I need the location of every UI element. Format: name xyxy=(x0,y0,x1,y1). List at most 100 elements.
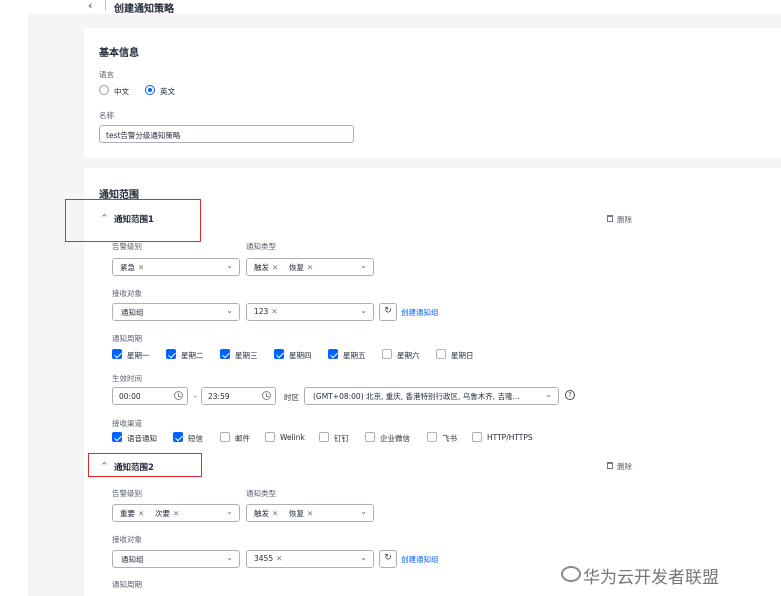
period-label: 通知周期 xyxy=(112,580,142,589)
weekday-label: 星期六 xyxy=(397,351,420,360)
alarm-level-select[interactable]: 紧急 ✕ ⌄ xyxy=(112,258,240,276)
weibo-logo-icon xyxy=(561,566,581,582)
name-label: 名称 xyxy=(99,111,114,120)
checkbox-sms[interactable] xyxy=(173,432,183,442)
notify-type-select[interactable]: 触发 ✕ 恢复 ✕ ⌄ xyxy=(246,258,374,276)
checkbox-sun[interactable] xyxy=(436,349,446,359)
clock-icon xyxy=(174,391,183,400)
receiver-type-select[interactable]: 通知组 ⌄ xyxy=(112,303,240,321)
chevron-down-icon: ⌄ xyxy=(360,306,367,315)
period-label: 通知周期 xyxy=(112,334,142,343)
tag: 重要 ✕ xyxy=(120,509,145,518)
channel-option: 语音通知 xyxy=(127,434,157,443)
channel-label: 接收渠道 xyxy=(112,419,142,428)
top-bar: ‹ 创建通知策略 xyxy=(0,0,781,15)
checkbox-sat[interactable] xyxy=(382,349,392,359)
tag: 触发 ✕ xyxy=(254,509,279,518)
chevron-down-icon: ⌄ xyxy=(226,507,233,516)
checkbox-tue[interactable] xyxy=(166,349,176,359)
timezone-label: 时区 xyxy=(284,393,299,402)
section-title-basic: 基本信息 xyxy=(99,48,139,59)
weekday-label: 星期二 xyxy=(181,351,204,360)
back-icon[interactable]: ‹ xyxy=(88,0,92,12)
channel-option: Welink xyxy=(280,433,305,442)
lang-radio-en[interactable] xyxy=(145,85,155,95)
highlight-box xyxy=(88,453,202,477)
remove-tag-icon[interactable]: ✕ xyxy=(173,509,179,518)
chevron-down-icon: ⌄ xyxy=(360,507,367,516)
chevron-down-icon: ⌄ xyxy=(226,553,233,562)
receiver-label: 接收对象 xyxy=(112,289,142,298)
channel-option: HTTP/HTTPS xyxy=(487,433,533,442)
remove-tag-icon[interactable]: ✕ xyxy=(272,509,278,518)
receiver-type-select[interactable]: 通知组 ⌄ xyxy=(112,550,240,568)
receiver-label: 接收对象 xyxy=(112,535,142,544)
create-group-link-1[interactable]: 创建通知组 xyxy=(401,307,439,318)
effective-time-label: 生效时间 xyxy=(112,374,142,383)
trash-icon[interactable] xyxy=(607,462,613,469)
tag: 123 ✕ xyxy=(254,307,278,316)
notify-type-label: 通知类型 xyxy=(246,242,276,251)
tag: 次要 ✕ xyxy=(155,509,180,518)
checkbox-http[interactable] xyxy=(472,432,482,442)
checkbox-voice[interactable] xyxy=(112,432,122,442)
checkbox-thu[interactable] xyxy=(274,349,284,359)
timezone-select[interactable]: (GMT+08:00) 北京, 重庆, 香港特别行政区, 乌鲁木齐, 吉隆...… xyxy=(304,387,559,405)
receiver-select[interactable]: 3455 ✕ ⌄ xyxy=(246,550,374,568)
checkbox-welink[interactable] xyxy=(265,432,275,442)
highlight-box xyxy=(65,199,201,242)
checkbox-wed[interactable] xyxy=(220,349,230,359)
remove-tag-icon[interactable]: ✕ xyxy=(272,263,278,272)
trash-icon[interactable] xyxy=(607,215,613,222)
notify-type-label: 通知类型 xyxy=(246,489,276,498)
lang-option-zh: 中文 xyxy=(114,87,129,96)
time-separator: - xyxy=(194,392,197,401)
weekday-label: 星期五 xyxy=(343,351,366,360)
chevron-down-icon: ⌄ xyxy=(360,261,367,270)
refresh-icon[interactable]: ↻ xyxy=(379,303,397,321)
remove-tag-icon[interactable]: ✕ xyxy=(271,307,277,316)
checkbox-email[interactable] xyxy=(220,432,230,442)
lang-radio-zh[interactable] xyxy=(99,85,109,95)
remove-tag-icon[interactable]: ✕ xyxy=(276,554,282,563)
tag: 3455 ✕ xyxy=(254,554,283,563)
checkbox-fri[interactable] xyxy=(328,349,338,359)
create-group-link-2[interactable]: 创建通知组 xyxy=(401,554,439,565)
channel-option: 短信 xyxy=(188,434,203,443)
watermark: 华为云开发者联盟 xyxy=(583,568,719,588)
checkbox-feishu[interactable] xyxy=(427,432,437,442)
tag: 紧急 ✕ xyxy=(120,263,145,272)
tag: 恢复 ✕ xyxy=(289,509,314,518)
channel-option: 飞书 xyxy=(442,434,457,443)
chevron-down-icon: ⌄ xyxy=(545,390,552,399)
channel-option: 邮件 xyxy=(235,434,250,443)
remove-tag-icon[interactable]: ✕ xyxy=(138,509,144,518)
notify-type-select[interactable]: 触发 ✕ 恢复 ✕ ⌄ xyxy=(246,504,374,522)
page-title: 创建通知策略 xyxy=(114,4,174,15)
delete-button-1[interactable]: 删除 xyxy=(617,214,632,225)
weekday-label: 星期一 xyxy=(127,351,150,360)
weekday-label: 星期四 xyxy=(289,351,312,360)
refresh-icon[interactable]: ↻ xyxy=(379,550,397,568)
weekday-label: 星期三 xyxy=(235,351,258,360)
remove-tag-icon[interactable]: ✕ xyxy=(307,263,313,272)
checkbox-wecom[interactable] xyxy=(365,432,375,442)
channel-option: 企业微信 xyxy=(380,434,410,443)
tag: 触发 ✕ xyxy=(254,263,279,272)
weekday-label: 星期日 xyxy=(451,351,474,360)
clock-icon xyxy=(262,391,271,400)
remove-tag-icon[interactable]: ✕ xyxy=(307,509,313,518)
lang-option-en: 英文 xyxy=(160,87,175,96)
tag: 恢复 ✕ xyxy=(289,263,314,272)
left-panel xyxy=(0,14,28,596)
basic-info-card: 基本信息 语言 中文 英文 名称 test告警分级通知策略 xyxy=(84,28,781,158)
checkbox-mon[interactable] xyxy=(112,349,122,359)
help-icon[interactable]: ? xyxy=(565,390,575,400)
remove-tag-icon[interactable]: ✕ xyxy=(138,263,144,272)
alarm-level-select[interactable]: 重要 ✕ 次要 ✕ ⌄ xyxy=(112,504,240,522)
name-input[interactable]: test告警分级通知策略 xyxy=(99,125,354,143)
chevron-down-icon: ⌄ xyxy=(360,553,367,562)
receiver-select[interactable]: 123 ✕ ⌄ xyxy=(246,303,374,321)
delete-button-2[interactable]: 删除 xyxy=(617,461,632,472)
checkbox-dingtalk[interactable] xyxy=(319,432,329,442)
